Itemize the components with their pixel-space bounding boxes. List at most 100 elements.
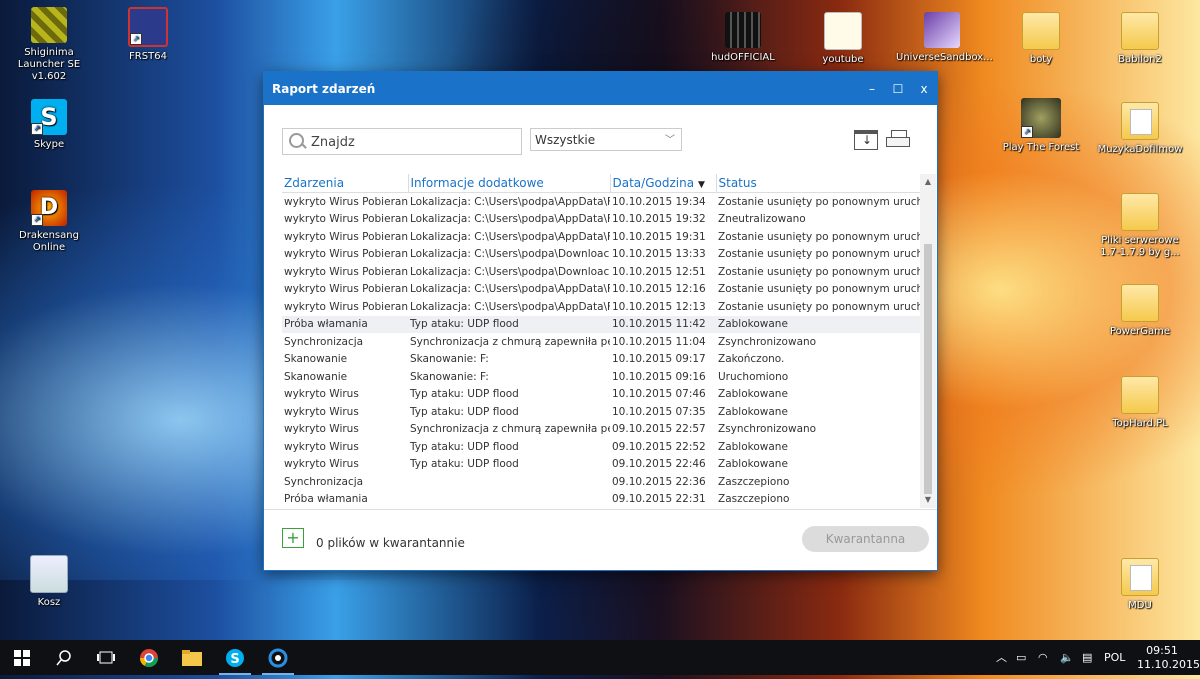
table-row[interactable]: wykryto Wirus Typ ataku: UDP flood 10.10.2… <box>282 403 920 421</box>
desktop-icon-label: Drakensang Online <box>19 230 79 253</box>
desktop-icon-tophard[interactable]: TopHard.PL <box>1094 376 1186 430</box>
scroll-up-icon[interactable]: ▲ <box>920 174 936 190</box>
sort-descending-icon: ▼ <box>698 180 705 190</box>
battery-icon[interactable]: ▭ <box>1016 640 1026 675</box>
skype-icon: S ↗ <box>31 99 67 135</box>
desktop-icon-skype[interactable]: S ↗ Skype <box>3 99 95 151</box>
frst-app-icon: ↗ <box>128 7 168 47</box>
desktop-icon-hudofficial[interactable]: hudOFFICIAL <box>697 12 789 64</box>
table-row[interactable]: wykryto Wirus Typ ataku: UDP flood 10.10.2… <box>282 386 920 404</box>
table-row[interactable]: wykryto Wirus Pobieran Lokalizacja: C:\Us… <box>282 193 920 211</box>
cell-status: Zostanie usunięty po ponownym urucho <box>718 248 920 261</box>
table-row[interactable]: Skanowanie Skanowanie: F: 10.10.2015 09:17… <box>282 351 920 369</box>
folder-icon <box>1121 12 1159 50</box>
table-row[interactable]: wykryto Wirus Pobieran Lokalizacja: C:\Us… <box>282 228 920 246</box>
print-icon[interactable] <box>886 130 910 150</box>
quarantine-count: 0 plików w kwarantannie <box>316 536 465 550</box>
cell-datetime: 10.10.2015 13:33 <box>612 248 706 261</box>
desktop-icon-powergame[interactable]: PowerGame <box>1094 284 1186 338</box>
desktop-icon-pliki-serwerowe[interactable]: Pliki serwerowe 1.7-1.7.9 by g... <box>1094 193 1186 259</box>
scroll-down-icon[interactable]: ▼ <box>920 492 936 508</box>
cell-info: Synchronizacja z chmurą zapewniła peł <box>410 335 610 348</box>
table-row[interactable]: Próba włamania Typ ataku: UDP flood 10.10.… <box>282 315 920 333</box>
language-indicator[interactable]: POL <box>1104 640 1125 675</box>
clock[interactable]: 09:51 11.10.2015 <box>1137 640 1200 679</box>
volume-icon[interactable]: 🔈 <box>1060 640 1074 675</box>
table-row[interactable]: wykryto Wirus Synchronizacja z chmurą zap… <box>282 421 920 439</box>
desktop-icon-frst64[interactable]: ↗ FRST64 <box>102 7 194 63</box>
cell-info: Lokalizacja: C:\Users\podpa\AppData\F <box>410 230 610 243</box>
vertical-scrollbar[interactable]: ▲ ▼ <box>920 174 936 508</box>
task-view-button[interactable] <box>84 640 128 675</box>
column-header-status[interactable]: Status <box>715 174 920 193</box>
maximize-button[interactable]: ☐ <box>885 82 911 96</box>
footer: + 0 plików w kwarantannie Kwarantanna <box>264 509 937 570</box>
cell-info: Typ ataku: UDP flood <box>410 405 519 418</box>
desktop-icon-label: Skype <box>33 139 65 150</box>
desktop-icon-babilon2[interactable]: Babilon2 <box>1094 12 1186 66</box>
table-row[interactable]: wykryto Wirus Pobieran Lokalizacja: C:\Us… <box>282 281 920 299</box>
cell-status: Zakończono. <box>718 353 785 366</box>
desktop-icon-universesandbox[interactable]: UniverseSandbox... <box>896 12 993 64</box>
antivirus-icon <box>268 648 288 667</box>
cell-datetime: 09.10.2015 22:31 <box>612 493 706 506</box>
desktop-icon-drakensang[interactable]: D ↗ Drakensang Online <box>3 190 95 254</box>
column-header-events[interactable]: Zdarzenia <box>282 174 408 193</box>
table-header-row: Zdarzenia Informacje dodatkowe Data/Godz… <box>282 174 920 193</box>
search-taskbar-button[interactable] <box>42 640 86 675</box>
table-row[interactable]: Skanowanie Skanowanie: F: 10.10.2015 09:16… <box>282 368 920 386</box>
desktop-icon-label: Shiginima Launcher SE v1.602 <box>17 47 81 82</box>
cell-info: Skanowanie: F: <box>410 370 489 383</box>
cell-status: Uruchomiono <box>718 370 789 383</box>
export-icon[interactable] <box>854 130 878 150</box>
column-header-info[interactable]: Informacje dodatkowe <box>407 174 610 193</box>
title-bar[interactable]: Raport zdarzeń – ☐ x <box>264 72 937 105</box>
desktop-icon-mdu[interactable]: MDU <box>1094 558 1186 612</box>
desktop-icon-boty[interactable]: boty <box>995 12 1087 66</box>
table-row[interactable]: wykryto Wirus Typ ataku: UDP flood 09.10.2… <box>282 438 920 456</box>
table-row[interactable]: wykryto Wirus Pobieran Lokalizacja: C:\Us… <box>282 298 920 316</box>
folder-icon <box>1121 376 1159 414</box>
desktop-icon-shiginima[interactable]: Shiginima Launcher SE v1.602 <box>3 7 95 83</box>
table-row[interactable]: wykryto Wirus Pobieran Lokalizacja: C:\Us… <box>282 263 920 281</box>
desktop-icon-recycle-bin[interactable]: Kosz <box>3 555 95 609</box>
table-row[interactable]: Próba włamania 09.10.2015 22:31 Zaszczepio… <box>282 491 920 509</box>
cell-info: Lokalizacja: C:\Users\podpa\AppData\F <box>410 213 610 226</box>
table-row[interactable]: Synchronizacja 09.10.2015 22:36 Zaszczepio… <box>282 473 920 491</box>
taskbar-chrome[interactable] <box>127 640 171 675</box>
table-row[interactable]: wykryto Wirus Typ ataku: UDP flood 09.10.2… <box>282 456 920 474</box>
cell-info: Synchronizacja z chmurą zapewniła peł <box>410 423 610 436</box>
cell-datetime: 09.10.2015 22:36 <box>612 475 706 488</box>
column-header-datetime[interactable]: Data/Godzina ▼ <box>609 174 716 193</box>
cell-status: Zostanie usunięty po ponownym urucho <box>718 195 920 208</box>
folder-icon <box>182 649 202 666</box>
cell-info: Skanowanie: F: <box>410 353 489 366</box>
scrollbar-thumb[interactable] <box>924 244 932 494</box>
network-icon[interactable]: ◠ <box>1038 640 1048 675</box>
table-row[interactable]: wykryto Wirus Pobieran Lokalizacja: C:\Us… <box>282 246 920 264</box>
table-row[interactable]: wykryto Wirus Pobieran Lokalizacja: C:\Us… <box>282 211 920 229</box>
table-row[interactable]: Synchronizacja Synchronizacja z chmurą za… <box>282 333 920 351</box>
cell-datetime: 10.10.2015 11:04 <box>612 335 706 348</box>
show-hidden-icons[interactable]: ︿ <box>996 640 1007 675</box>
desktop-icon-muzyka[interactable]: MuzykaDofilmow <box>1094 102 1186 156</box>
add-to-quarantine-button[interactable]: + <box>282 528 304 548</box>
event-report-window: Raport zdarzeń – ☐ x Wszystkie ﹀ Zdarzen… <box>263 71 938 571</box>
filter-dropdown[interactable]: Wszystkie ﹀ <box>530 128 682 151</box>
desktop-icon-youtube[interactable]: youtube <box>797 12 889 66</box>
action-center-icon[interactable]: ▤ <box>1082 640 1092 675</box>
windows-logo-icon <box>14 649 30 666</box>
cell-info: Lokalizacja: C:\Users\podpa\Downloac <box>410 248 610 261</box>
search-input[interactable] <box>309 131 513 153</box>
quarantine-button[interactable]: Kwarantanna <box>802 526 929 552</box>
cell-info: Typ ataku: UDP flood <box>410 388 519 401</box>
taskbar-antivirus[interactable] <box>256 640 300 675</box>
close-button[interactable]: x <box>911 82 937 96</box>
minimize-button[interactable]: – <box>859 82 885 96</box>
cell-info: Lokalizacja: C:\Users\podpa\AppData\F <box>410 195 610 208</box>
taskbar-file-explorer[interactable] <box>170 640 214 675</box>
taskbar-skype[interactable]: S <box>213 640 257 675</box>
desktop-icon-theforest[interactable]: ↗ Play The Forest <box>995 98 1087 154</box>
search-box <box>282 128 522 155</box>
start-button[interactable] <box>0 640 44 675</box>
